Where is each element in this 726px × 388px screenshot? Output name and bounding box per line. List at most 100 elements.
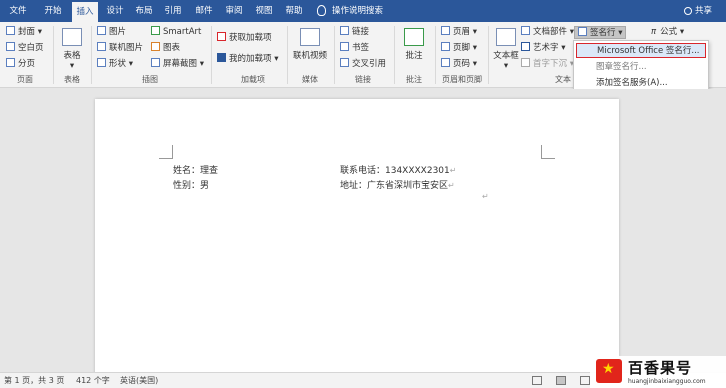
bookmark-button[interactable]: 书签	[340, 42, 369, 55]
language[interactable]: 英语(美国)	[120, 373, 158, 388]
text-box-icon	[496, 28, 516, 46]
blank-page-label: 空白页	[18, 43, 44, 53]
paragraph-mark: ↵	[449, 166, 457, 175]
watermark-url: huangjinbaixiangguo.com	[628, 378, 706, 385]
blank-page-icon	[6, 42, 15, 51]
web-layout-icon[interactable]	[580, 376, 590, 385]
crop-mark	[541, 145, 555, 159]
wordart-icon	[521, 42, 530, 51]
screenshot-button[interactable]: 屏幕截图 ▾	[151, 58, 204, 71]
drop-cap-button[interactable]: 首字下沉 ▾	[521, 58, 574, 71]
wordart-button[interactable]: 艺术字 ▾	[521, 42, 565, 55]
tab-mailings[interactable]: 邮件	[192, 0, 216, 22]
screenshot-label: 屏幕截图	[163, 59, 198, 69]
picture-label: 图片	[109, 27, 127, 37]
smartart-icon	[151, 26, 160, 35]
picture-button[interactable]: 图片	[97, 26, 126, 39]
header-label: 页眉	[453, 27, 471, 37]
page-number-icon	[441, 58, 450, 67]
paragraph-mark: ↵	[482, 192, 489, 201]
comment-icon	[404, 28, 424, 46]
shapes-button[interactable]: 形状 ▾	[97, 58, 133, 71]
separator	[334, 26, 335, 84]
group-addins-label: 加载项	[241, 75, 265, 84]
get-addins-button[interactable]: 获取加载项	[217, 32, 272, 45]
quick-parts-label: 文档部件	[533, 27, 568, 37]
table-label: 表格	[63, 51, 81, 61]
page-number-button[interactable]: 页码 ▾	[441, 58, 477, 71]
text-box-label: 文本框	[493, 51, 519, 61]
table-button[interactable]: 表格 ▾	[58, 28, 86, 71]
wordart-label: 艺术字	[533, 43, 559, 53]
quick-parts-button[interactable]: 文档部件 ▾	[521, 26, 574, 39]
online-video-icon	[300, 28, 320, 46]
gender-text: 性别：男	[173, 181, 210, 191]
tab-file[interactable]: 文件	[4, 0, 32, 22]
address-text: 地址：广东省深圳市宝安区↵	[340, 178, 455, 191]
tab-insert[interactable]: 插入	[72, 0, 98, 22]
page-break-button[interactable]: 分页	[6, 58, 35, 71]
bookmark-icon	[340, 42, 349, 51]
group-pages-label: 页面	[17, 75, 33, 84]
phone-value: 联系电话：134XXXX2301	[340, 166, 450, 176]
name-text: 姓名：理查	[173, 166, 219, 176]
lightbulb-icon	[317, 5, 326, 16]
comment-button[interactable]: 批注	[399, 28, 429, 61]
footer-button[interactable]: 页脚 ▾	[441, 42, 477, 55]
chart-button[interactable]: 图表	[151, 42, 180, 55]
online-picture-icon	[97, 42, 106, 51]
tab-layout[interactable]: 布局	[133, 0, 155, 22]
footer-label: 页脚	[453, 43, 471, 53]
bookmark-label: 书签	[352, 43, 370, 53]
group-links-label: 链接	[355, 75, 371, 84]
get-addins-label: 获取加载项	[229, 33, 272, 43]
comment-label: 批注	[405, 51, 423, 61]
paragraph-mark: ↵	[448, 181, 455, 190]
cross-reference-button[interactable]: 交叉引用	[340, 58, 386, 71]
tell-me-search[interactable]: 操作说明搜索	[317, 0, 383, 22]
page-break-icon	[6, 58, 15, 67]
watermark-logo-icon	[596, 359, 622, 383]
tab-review[interactable]: 审阅	[223, 0, 245, 22]
text-box-button[interactable]: 文本框 ▾	[491, 28, 521, 71]
equation-button[interactable]: π 公式 ▾	[651, 26, 684, 39]
group-illustrations-label: 插图	[142, 75, 158, 84]
separator	[488, 26, 489, 84]
screenshot-icon	[151, 58, 160, 67]
separator	[53, 26, 54, 84]
print-layout-icon[interactable]	[556, 376, 566, 385]
cover-page-button[interactable]: 封面 ▾	[6, 26, 42, 39]
read-mode-icon[interactable]	[532, 376, 542, 385]
blank-page-button[interactable]: 空白页	[6, 42, 44, 55]
signature-line-label: 签名行	[590, 28, 616, 38]
link-button[interactable]: 链接	[340, 26, 369, 39]
online-picture-button[interactable]: 联机图片	[97, 42, 143, 55]
separator	[211, 26, 212, 84]
ribbon-tab-bar: 文件 开始 插入 设计 布局 引用 邮件 审阅 视图 帮助 操作说明搜索 共享	[0, 0, 726, 22]
signature-line-button[interactable]: 签名行 ▾	[574, 26, 627, 39]
menu-item-stamp-signature[interactable]: 图章签名行...	[576, 60, 706, 75]
tab-references[interactable]: 引用	[162, 0, 184, 22]
tab-design[interactable]: 设计	[104, 0, 126, 22]
quick-parts-icon	[521, 26, 530, 35]
header-button[interactable]: 页眉 ▾	[441, 26, 477, 39]
page-count[interactable]: 第 1 页，共 3 页	[4, 373, 64, 388]
word-count[interactable]: 412 个字	[76, 373, 110, 388]
menu-item-office-signature[interactable]: Microsoft Office 签名行...	[576, 43, 706, 58]
my-addins-label: 我的加载项	[229, 54, 272, 64]
phone-text: 联系电话：134XXXX2301↵	[340, 163, 456, 176]
separator	[435, 26, 436, 84]
signature-line-menu: Microsoft Office 签名行... 图章签名行... 添加签名服务(…	[573, 40, 709, 92]
my-addins-button[interactable]: 我的加载项 ▾	[217, 53, 278, 66]
crop-mark	[159, 145, 173, 159]
share-button[interactable]: 共享	[683, 0, 712, 22]
tab-view[interactable]: 视图	[253, 0, 275, 22]
separator	[394, 26, 395, 84]
group-header-footer-label: 页眉和页脚	[442, 75, 482, 84]
document-page[interactable]: 姓名：理查 性别：男 联系电话：134XXXX2301↵ 地址：广东省深圳市宝安…	[95, 99, 619, 388]
drop-cap-icon	[521, 58, 530, 67]
smartart-button[interactable]: SmartArt	[151, 26, 201, 39]
online-video-button[interactable]: 联机视频	[292, 28, 328, 61]
tab-help[interactable]: 帮助	[283, 0, 305, 22]
tab-home[interactable]: 开始	[40, 0, 66, 22]
